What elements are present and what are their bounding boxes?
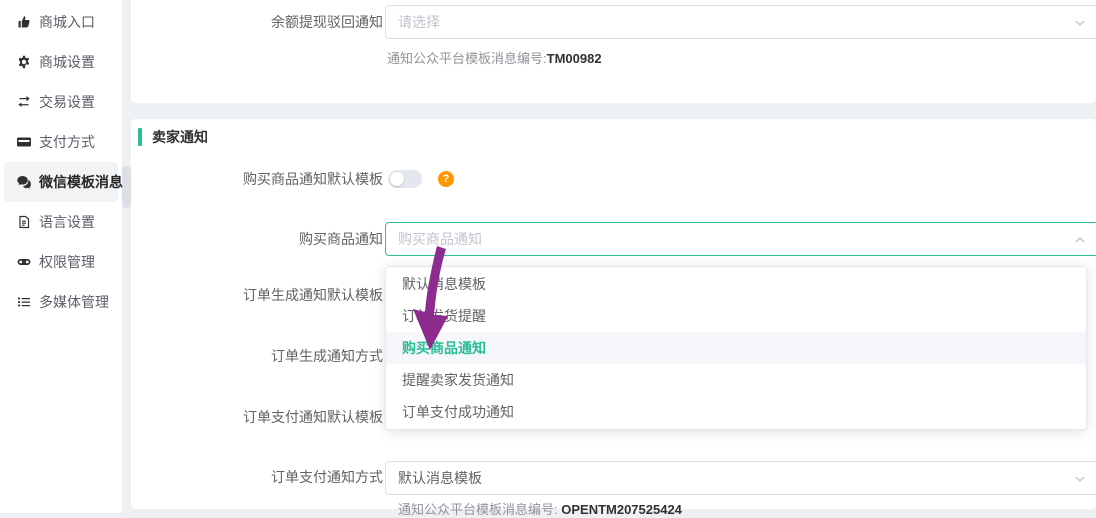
template-code-helper-bottom: 通知公众平台模板消息编号: OPENTM207525424 — [398, 499, 682, 518]
select-filter-text: 购买商品通知 — [398, 229, 482, 249]
withdraw-reject-notify-label: 余额提现驳回通知 — [131, 12, 383, 32]
section-title: 卖家通知 — [152, 127, 208, 147]
template-code-helper: 通知公众平台模板消息编号:TM00982 — [387, 48, 602, 67]
chevron-up-icon — [1074, 233, 1086, 245]
buy-notify-select[interactable]: 购买商品通知 — [385, 222, 1096, 256]
buy-notify-default-template-label: 购买商品通知默认模板 — [131, 169, 383, 189]
helper-prefix: 通知公众平台模板消息编号: — [398, 502, 561, 517]
sidebar-item-wechat-template-messages[interactable]: 微信模板消息 — [4, 162, 118, 202]
withdraw-reject-notify-select[interactable]: 请选择 — [385, 5, 1096, 39]
dropdown-option-remind-seller-ship[interactable]: 提醒卖家发货通知 — [386, 364, 1086, 396]
order-create-default-template-label: 订单生成通知默认模板 — [131, 285, 383, 305]
section-header: 卖家通知 — [138, 127, 208, 147]
helper-code: TM00982 — [547, 51, 602, 66]
buy-notify-dropdown-panel: 默认消息模板 订单发货提醒 购买商品通知 提醒卖家发货通知 订单支付成功通知 — [385, 266, 1087, 430]
sidebar-item-label: 支付方式 — [39, 132, 95, 152]
select-placeholder: 请选择 — [398, 12, 440, 32]
chat-bubbles-icon — [17, 175, 31, 189]
exchange-icon — [17, 95, 31, 109]
credit-card-icon — [17, 135, 31, 149]
dropdown-option-order-pay-success[interactable]: 订单支付成功通知 — [386, 396, 1086, 428]
sidebar-item-label: 权限管理 — [39, 252, 95, 272]
sidebar-item-payment-methods[interactable]: 支付方式 — [4, 122, 118, 162]
sidebar-item-label: 多媒体管理 — [39, 292, 109, 312]
helper-prefix: 通知公众平台模板消息编号: — [387, 51, 547, 66]
sidebar-item-label: 交易设置 — [39, 92, 95, 112]
buyer-notify-card: 余额提现驳回通知 请选择 通知公众平台模板消息编号:TM00982 — [131, 0, 1096, 103]
help-icon[interactable]: ? — [438, 171, 454, 187]
dropdown-option-order-ship-reminder[interactable]: 订单发货提醒 — [386, 300, 1086, 332]
sidebar-item-label: 语言设置 — [39, 212, 95, 232]
sidebar-item-mall-entrance[interactable]: 商城入口 — [4, 2, 118, 42]
settings-sidebar: 商城入口 商城设置 交易设置 支付方式 微信模板消息 语言设置 权限管理 — [0, 0, 122, 513]
helper-code: OPENTM207525424 — [561, 502, 682, 517]
sidebar-item-label: 商城入口 — [39, 12, 95, 32]
scrollbar-thumb[interactable] — [122, 166, 131, 208]
sidebar-item-mall-settings[interactable]: 商城设置 — [4, 42, 118, 82]
buy-notify-default-template-toggle[interactable] — [388, 170, 422, 188]
section-accent-bar — [138, 128, 142, 146]
sidebar-item-language-settings[interactable]: 语言设置 — [4, 202, 118, 242]
gear-icon — [17, 55, 31, 69]
key-fob-icon — [17, 255, 31, 269]
storefront-entry-icon — [17, 15, 31, 29]
chevron-down-icon — [1074, 472, 1086, 484]
order-create-notify-method-label: 订单生成通知方式 — [131, 346, 383, 366]
chevron-down-icon — [1074, 16, 1086, 28]
document-icon — [17, 215, 31, 229]
list-icon — [17, 295, 31, 309]
order-pay-notify-method-label: 订单支付通知方式 — [131, 467, 383, 487]
sidebar-item-multimedia-management[interactable]: 多媒体管理 — [4, 282, 118, 322]
buy-notify-label: 购买商品通知 — [131, 229, 383, 249]
order-pay-notify-method-select[interactable]: 默认消息模板 — [385, 461, 1096, 495]
dropdown-option-buy-goods-notify[interactable]: 购买商品通知 — [386, 332, 1086, 364]
help-glyph: ? — [443, 173, 450, 185]
toggle-knob — [390, 172, 404, 186]
sidebar-item-trade-settings[interactable]: 交易设置 — [4, 82, 118, 122]
dropdown-option-default-template[interactable]: 默认消息模板 — [386, 268, 1086, 300]
sidebar-item-permission-management[interactable]: 权限管理 — [4, 242, 118, 282]
sidebar-content-divider — [122, 0, 131, 513]
sidebar-item-label: 商城设置 — [39, 52, 95, 72]
seller-notify-card: 卖家通知 购买商品通知默认模板 ? 购买商品通知 购买商品通知 订单生成通知默认… — [131, 119, 1096, 509]
select-value: 默认消息模板 — [398, 468, 482, 488]
sidebar-item-label: 微信模板消息 — [39, 172, 123, 192]
order-pay-default-template-label: 订单支付通知默认模板 — [131, 407, 383, 427]
